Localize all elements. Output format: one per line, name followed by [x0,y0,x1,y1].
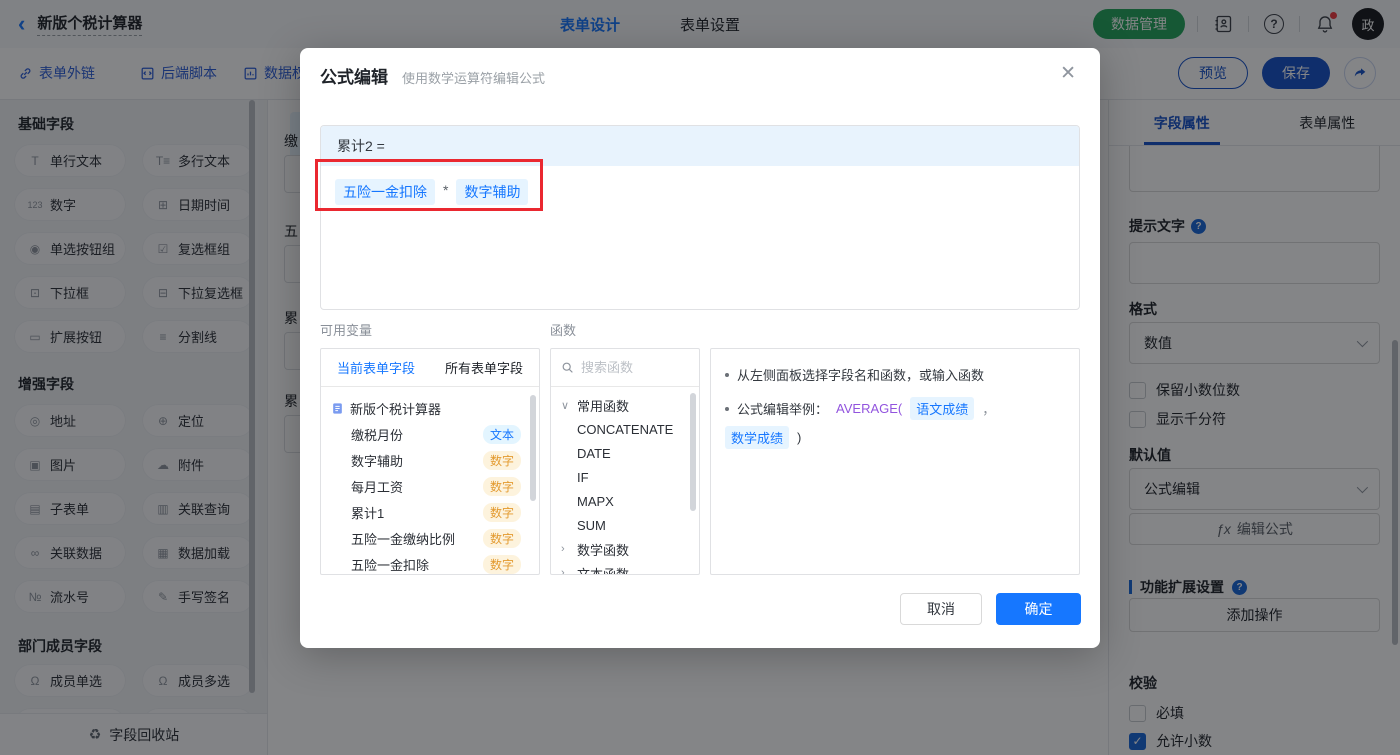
form-doc-icon [333,402,342,414]
formula-edit-modal: 公式编辑 使用数学运算符编辑公式 ✕ 累计2 = 五险一金扣除 * 数字辅助 可… [300,48,1100,648]
caret-right-icon: › [561,567,565,575]
type-badge: 数字 [482,450,521,470]
function-group-math[interactable]: › 数学函数 [561,537,699,561]
function-search-input[interactable] [581,360,681,375]
modal-header: 公式编辑 使用数学运算符编辑公式 [320,63,545,88]
function-search [551,349,699,387]
modal-subtitle: 使用数学运算符编辑公式 [402,71,546,86]
caret-down-icon: ∨ [561,399,570,412]
variables-label: 可用变量 [320,323,373,338]
variable-row[interactable]: 累计1 数字 [331,499,539,525]
function-item[interactable]: IF [561,465,699,489]
variables-tree: 新版个税计算器 缴税月份 文本 数字辅助 数字 每月工资 数字 累计1 数字 五… [321,387,539,574]
functions-label: 函数 [550,323,577,338]
help-line-1: 从左侧面板选择字段名和函数，或输入函数 [725,365,1065,384]
tab-current-form-fields[interactable]: 当前表单字段 [337,358,415,377]
modal-title: 公式编辑 [320,68,388,87]
example-field-token: 数学成绩 [725,426,790,449]
formula-box: 累计2 = 五险一金扣除 * 数字辅助 [320,125,1080,310]
search-icon [562,362,573,373]
form-designer-app: ‹ 新版个税计算器 表单设计 表单设置 数据管理 ? [0,0,1400,755]
formula-target: 累计2 = [321,126,1079,166]
variables-panel: 当前表单字段 所有表单字段 新版个税计算器 缴税月份 文本 数字辅助 数字 每月… [320,348,540,575]
formula-operator: * [443,182,449,198]
function-group-text[interactable]: › 文本函数 [561,561,699,575]
formula-help-panel: 从左侧面板选择字段名和函数，或输入函数 公式编辑举例： AVERAGE( 语文成… [710,348,1080,575]
close-icon[interactable]: ✕ [1060,64,1076,83]
example-field-token: 语文成绩 [910,397,975,420]
formula-token-field[interactable]: 数字辅助 [456,179,529,205]
tree-root-form[interactable]: 新版个税计算器 [331,395,539,421]
type-badge: 文本 [482,424,521,444]
variable-row[interactable]: 每月工资 数字 [331,473,539,499]
example-function-name: AVERAGE( [836,401,903,416]
function-group-common[interactable]: ∨ 常用函数 [561,393,699,417]
functions-panel: ∨ 常用函数 CONCATENATE DATE IF MAPX SUM › 数学… [550,348,700,575]
cancel-button[interactable]: 取消 [900,593,982,625]
formula-editor[interactable]: 五险一金扣除 * 数字辅助 [321,166,1079,309]
functions-scrollbar[interactable] [690,393,696,511]
help-line-2: 公式编辑举例： AVERAGE( 语文成绩 ， 数学成绩 ) [725,397,1065,449]
tab-all-form-fields[interactable]: 所有表单字段 [445,358,523,377]
variables-scrollbar[interactable] [530,395,536,501]
function-item[interactable]: CONCATENATE [561,417,699,441]
variables-tabs: 当前表单字段 所有表单字段 [321,349,539,387]
variable-row[interactable]: 缴税月份 文本 [331,421,539,447]
modal-footer: 取消 确定 [900,593,1081,625]
function-item[interactable]: DATE [561,441,699,465]
functions-tree: ∨ 常用函数 CONCATENATE DATE IF MAPX SUM › 数学… [551,387,699,575]
variable-row[interactable]: 五险一金缴纳比例 数字 [331,525,539,551]
type-badge: 数字 [482,502,521,522]
variable-row[interactable]: 数字辅助 数字 [331,447,539,473]
type-badge: 数字 [482,554,521,574]
function-item[interactable]: SUM [561,513,699,537]
caret-right-icon: › [561,543,565,555]
confirm-button[interactable]: 确定 [996,593,1081,625]
function-item[interactable]: MAPX [561,489,699,513]
type-badge: 数字 [482,476,521,496]
formula-token-field[interactable]: 五险一金扣除 [335,179,435,205]
type-badge: 数字 [482,528,521,548]
variable-row[interactable]: 五险一金扣除 数字 [331,551,539,574]
